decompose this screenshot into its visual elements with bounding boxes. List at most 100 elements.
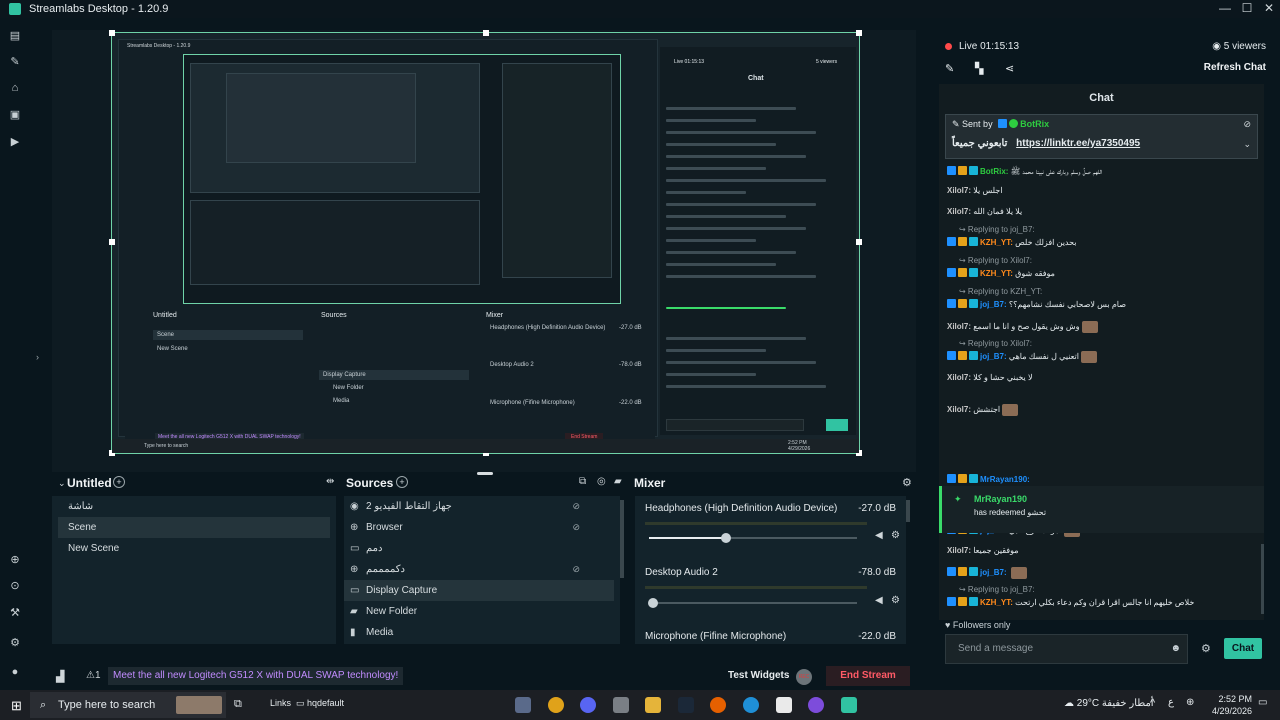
chat-settings-icon[interactable]: ⚙: [1201, 642, 1211, 655]
chat-username[interactable]: Xilol7:: [947, 207, 973, 216]
chevron-down-icon[interactable]: ⌄: [1243, 139, 1251, 150]
app-icon[interactable]: [613, 697, 629, 713]
speaker-icon[interactable]: ◀: [875, 530, 883, 541]
add-source-icon[interactable]: ⊕: [9, 554, 21, 566]
resize-handle[interactable]: [856, 30, 862, 36]
chat-message[interactable]: Xilol7: اجلس يلا: [947, 186, 1002, 195]
scene-item[interactable]: شاشة: [58, 496, 330, 517]
chat-username[interactable]: Xilol7:: [947, 186, 973, 195]
weather-widget[interactable]: ☁ 29°C أمطار خفيفة: [1064, 698, 1154, 709]
edge-icon[interactable]: [743, 697, 759, 713]
share-icon[interactable]: ⋖: [1005, 62, 1014, 75]
collapse-left-icon[interactable]: ›: [36, 352, 39, 362]
emoji-icon[interactable]: ☻: [1170, 635, 1181, 663]
video-icon[interactable]: ▣: [9, 109, 21, 121]
send-message-input[interactable]: Send a message ☻: [945, 634, 1188, 664]
chrome-icon[interactable]: [548, 697, 564, 713]
user-icon[interactable]: ●: [9, 666, 21, 678]
chat-message[interactable]: KZH_YT: بحدين افزلك خلص: [947, 237, 1077, 247]
source-item[interactable]: ▭ دمم: [344, 538, 614, 559]
chat-message[interactable]: joj_B7:: [947, 567, 1027, 579]
scene-item[interactable]: Scene: [58, 517, 330, 538]
chat-message[interactable]: Xilol7: لا يخبني حشا و كلا: [947, 373, 1033, 382]
folder-icon[interactable]: [645, 697, 661, 713]
chat-message[interactable]: joj_B7: اتعنيي ل نفسك ماهي: [947, 351, 1097, 363]
volume-slider[interactable]: [648, 598, 857, 608]
channel-settings-icon[interactable]: ⚙: [891, 530, 900, 541]
speaker-icon[interactable]: ◀: [875, 595, 883, 606]
chat-username[interactable]: KZH_YT:: [980, 238, 1015, 247]
layout-icon[interactable]: ▤: [9, 30, 21, 42]
hidden-eye-icon[interactable]: ⊘: [572, 496, 580, 517]
hidden-eye-icon[interactable]: ⊘: [572, 559, 580, 580]
collapse-icon[interactable]: ⇹: [326, 476, 334, 487]
resize-handle[interactable]: [483, 30, 489, 36]
source-item[interactable]: ◉ جهاز التقاط الفيديو 2 ⊘: [344, 496, 614, 517]
steam-icon[interactable]: [678, 697, 694, 713]
resize-handle[interactable]: [856, 239, 862, 245]
dashboard-icon[interactable]: ▚: [975, 62, 983, 75]
network-icon[interactable]: ⊕: [1186, 697, 1194, 708]
taskbar-clock[interactable]: 2:52 PM 4/29/2026: [1212, 693, 1252, 717]
chat-message[interactable]: Xilol7: موفقين جميعا: [947, 546, 1019, 555]
plugins-icon[interactable]: ⚒: [9, 607, 21, 619]
chat-message[interactable]: Xilol7: اجتشش: [947, 404, 1019, 416]
pinned-link[interactable]: https://linktr.ee/ya7350495: [1016, 138, 1140, 149]
source-item[interactable]: ▰ New Folder: [344, 601, 614, 622]
task-view-icon[interactable]: ⧉: [234, 698, 242, 711]
chat-scrollbar[interactable]: [1261, 544, 1264, 614]
chevron-down-icon[interactable]: ⌄: [58, 478, 66, 489]
source-item[interactable]: ⊕ Browser ⊘: [344, 517, 614, 538]
end-stream-button[interactable]: End Stream: [826, 666, 910, 686]
mixer-settings-icon[interactable]: ⚙: [902, 476, 912, 489]
source-item[interactable]: ▮ Media: [344, 622, 614, 643]
play-icon[interactable]: ▶: [9, 136, 21, 148]
chat-message[interactable]: Xilol7: وش وش يقول صح و انا ما اسمع: [947, 321, 1098, 333]
scene-item[interactable]: New Scene: [58, 538, 330, 559]
source-item[interactable]: ⊕ دكممممم ⊘: [344, 559, 614, 580]
chat-username[interactable]: Xilol7:: [947, 322, 973, 331]
store-icon[interactable]: ⌂: [9, 82, 21, 94]
add-source-button[interactable]: +: [396, 476, 408, 488]
streamlabs-icon[interactable]: [841, 697, 857, 713]
chat-username[interactable]: BotRix:: [980, 167, 1011, 176]
chat-send-button[interactable]: Chat: [1224, 638, 1262, 659]
add-folder-icon[interactable]: ▰: [614, 476, 622, 487]
chat-username[interactable]: KZH_YT:: [980, 269, 1015, 278]
chat-username[interactable]: joj_B7:: [980, 300, 1009, 309]
sources-scrollbar[interactable]: [620, 500, 624, 578]
record-button[interactable]: REC: [796, 669, 812, 685]
chat-message[interactable]: Xilol7: يلا يلا فمان الله: [947, 207, 1022, 216]
chat-username[interactable]: Xilol7:: [947, 405, 973, 414]
dashboard-icon[interactable]: ⊙: [9, 580, 21, 592]
resize-handle[interactable]: [109, 239, 115, 245]
hidden-eye-icon[interactable]: ⊘: [572, 517, 580, 538]
taskbar-search[interactable]: ⌕ Type here to search: [30, 692, 226, 718]
chat-message[interactable]: MrRayan190:: [947, 474, 1030, 484]
alert-icon[interactable]: ⚠1: [86, 670, 101, 681]
discord-icon[interactable]: [580, 697, 596, 713]
stats-icon[interactable]: ▟: [56, 670, 64, 683]
chat-username[interactable]: joj_B7:: [980, 352, 1009, 361]
chevron-up-icon[interactable]: ^: [1150, 697, 1155, 709]
chat-username[interactable]: Xilol7:: [947, 373, 973, 382]
pinned-message[interactable]: ✎ Sent by BotRix تابعوني جميعاً https://…: [945, 114, 1258, 159]
notification-icon[interactable]: ▭: [1258, 697, 1267, 708]
dock-resize-handle[interactable]: [477, 472, 493, 475]
resize-handle[interactable]: [109, 30, 115, 36]
chat-username[interactable]: KZH_YT:: [980, 598, 1015, 607]
channel-settings-icon[interactable]: ⚙: [891, 595, 900, 606]
language-icon[interactable]: ع: [1168, 697, 1174, 708]
close-button[interactable]: ✕: [1258, 0, 1280, 18]
promo-banner[interactable]: Meet the all new Logitech G512 X with DU…: [108, 667, 404, 685]
test-widgets-button[interactable]: Test Widgets: [728, 670, 789, 681]
app-icon[interactable]: [515, 697, 531, 713]
volume-slider[interactable]: [649, 533, 857, 543]
add-scene-button[interactable]: +: [113, 476, 125, 488]
capcut-icon[interactable]: [776, 697, 792, 713]
refresh-chat-button[interactable]: Refresh Chat: [1204, 62, 1266, 73]
settings-icon[interactable]: ⚙: [9, 637, 21, 649]
hqdefault-item[interactable]: ▭ hqdefault: [296, 698, 344, 709]
mixer-scrollbar[interactable]: [906, 500, 910, 522]
source-settings-icon[interactable]: ⧉: [579, 476, 586, 487]
